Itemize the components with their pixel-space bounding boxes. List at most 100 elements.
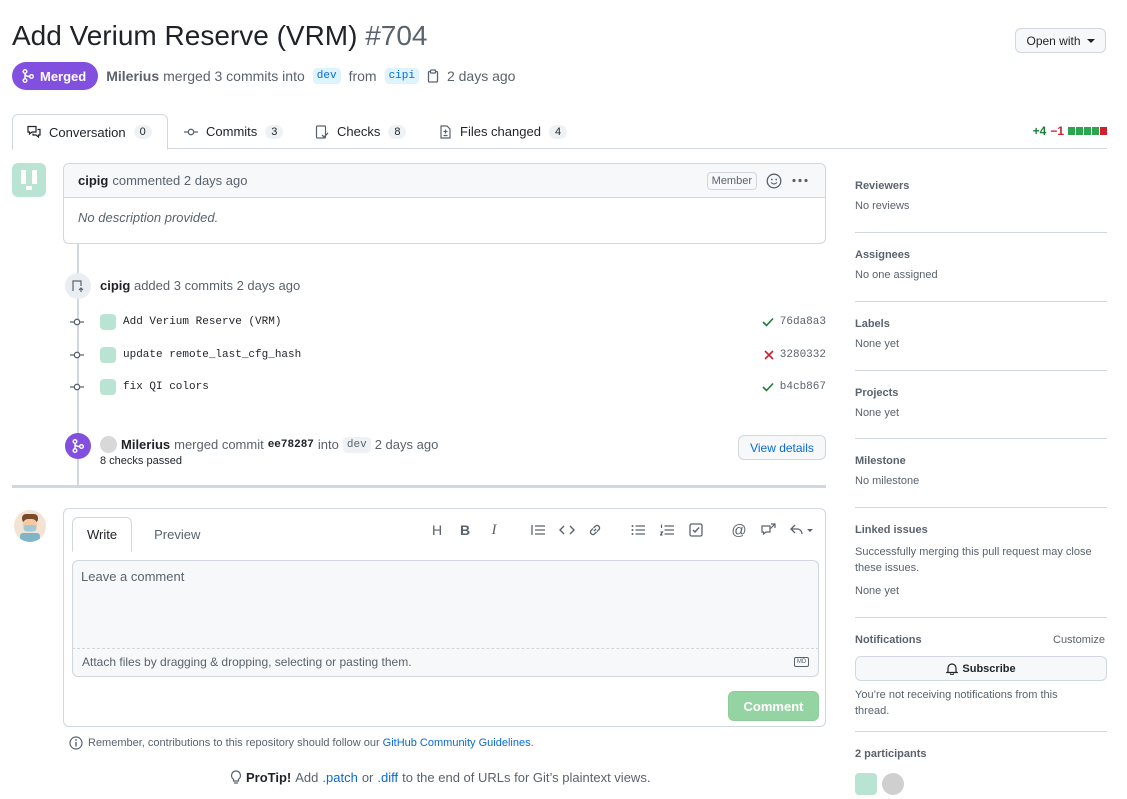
view-details-button[interactable]: View details: [738, 435, 826, 460]
participant-avatar[interactable]: [855, 773, 877, 795]
tab-files-changed-count: 4: [548, 124, 568, 139]
sidebar-labels: Labels None yet: [855, 318, 1107, 350]
link-icon[interactable]: [585, 520, 605, 540]
commit-author-avatar[interactable]: [100, 347, 116, 363]
diff-link[interactable]: .diff: [377, 770, 398, 785]
heading-icon[interactable]: H: [427, 520, 447, 540]
comment-submit-button[interactable]: Comment: [728, 691, 819, 721]
check-icon[interactable]: [762, 380, 774, 395]
comment-action: commented 2 days ago: [112, 173, 248, 188]
merge-event-branch[interactable]: dev: [342, 436, 371, 453]
from-word: from: [348, 68, 377, 84]
bold-icon[interactable]: B: [455, 520, 475, 540]
unordered-list-icon[interactable]: [628, 520, 648, 540]
composer-tabs: Write Preview: [72, 517, 214, 557]
saved-replies-icon[interactable]: [788, 520, 816, 540]
smiley-icon[interactable]: [766, 173, 782, 189]
preview-tab[interactable]: Preview: [140, 517, 214, 551]
comment-discussion-icon: [27, 125, 41, 139]
check-icon[interactable]: [762, 315, 774, 330]
commit-author-avatar[interactable]: [100, 314, 116, 330]
merged-state-badge: Merged: [12, 62, 99, 90]
repo-push-icon: [65, 273, 91, 299]
ordered-list-icon[interactable]: [657, 520, 677, 540]
merge-event-author[interactable]: Milerius: [121, 437, 170, 452]
commit-author-avatar[interactable]: [100, 379, 116, 395]
comment-composer: Write Preview H B I @ Leave a comment At…: [63, 508, 826, 727]
sidebar-divider: [855, 370, 1107, 371]
assignees-heading[interactable]: Assignees: [855, 249, 1107, 261]
quote-icon[interactable]: [528, 520, 548, 540]
caret-down-icon: [1086, 38, 1095, 43]
timeline-divider: [12, 485, 826, 488]
x-icon[interactable]: [764, 348, 774, 363]
commit-sha[interactable]: b4cb867: [780, 381, 826, 393]
sidebar-projects: Projects None yet: [855, 387, 1107, 419]
tab-checks[interactable]: Checks 8: [301, 114, 420, 149]
tab-conversation[interactable]: Conversation 0: [12, 114, 168, 150]
tab-checks-label: Checks: [337, 124, 381, 139]
open-with-button[interactable]: Open with: [1015, 28, 1106, 53]
kebab-horizontal-icon[interactable]: [792, 178, 808, 183]
remember-prefix: Remember, contributions to this reposito…: [88, 737, 380, 749]
diffstat-bar-add: [1092, 127, 1099, 135]
base-branch[interactable]: dev: [312, 68, 341, 84]
markdown-icon[interactable]: MD: [794, 657, 809, 667]
subscribe-button[interactable]: Subscribe: [855, 656, 1107, 681]
tab-conversation-count: 0: [133, 125, 152, 139]
remember-suffix: .: [530, 737, 534, 749]
merged-state-label: Merged: [40, 68, 87, 84]
comment-author[interactable]: cipig: [78, 173, 108, 188]
assignees-value: No one assigned: [855, 269, 938, 281]
cipig-avatar[interactable]: [12, 163, 46, 197]
comment-textarea[interactable]: Leave a comment: [72, 560, 819, 649]
commit-sha[interactable]: 3280332: [780, 349, 826, 361]
copy-icon[interactable]: [427, 69, 439, 83]
pr-author-link[interactable]: Milerius: [106, 68, 159, 84]
head-branch[interactable]: cipi: [384, 68, 419, 84]
commit-row: fix QI colors b4cb867: [70, 375, 826, 399]
protip-label: ProTip!: [246, 770, 292, 785]
cross-reference-icon[interactable]: [758, 520, 778, 540]
commit-sha[interactable]: 76da8a3: [780, 316, 826, 328]
mention-icon[interactable]: @: [729, 520, 749, 540]
tab-conversation-label: Conversation: [49, 124, 126, 140]
commit-message[interactable]: Add Verium Reserve (VRM): [123, 316, 281, 328]
customize-link[interactable]: Customize: [1053, 634, 1105, 646]
tab-files-changed[interactable]: Files changed 4: [425, 114, 581, 149]
diffstat-additions: +4: [1032, 124, 1047, 138]
checklist-icon: [315, 124, 329, 139]
projects-heading[interactable]: Projects: [855, 387, 1107, 399]
commit-message[interactable]: fix QI colors: [123, 381, 209, 393]
sidebar-divider: [855, 617, 1107, 618]
code-icon[interactable]: [557, 520, 577, 540]
reviewers-value: No reviews: [855, 200, 910, 212]
milerius-avatar[interactable]: [100, 436, 117, 453]
participant-avatar[interactable]: [882, 773, 904, 795]
diffstat-bar-add: [1084, 127, 1091, 135]
attach-files-bar[interactable]: Attach files by dragging & dropping, sel…: [72, 649, 819, 677]
participants-heading: 2 participants: [855, 748, 927, 760]
community-guidelines-link[interactable]: GitHub Community Guidelines: [383, 737, 531, 749]
pr-title: Add Verium Reserve (VRM) #704: [12, 20, 428, 52]
commit-message[interactable]: update remote_last_cfg_hash: [123, 349, 301, 361]
labels-heading[interactable]: Labels: [855, 318, 1107, 330]
patch-link[interactable]: .patch: [322, 770, 357, 785]
open-with-label: Open with: [1026, 33, 1081, 48]
bell-icon: [946, 663, 959, 675]
italic-icon[interactable]: I: [484, 520, 504, 540]
tasklist-icon[interactable]: [686, 520, 706, 540]
milestone-value: No milestone: [855, 475, 920, 487]
tab-commits[interactable]: Commits 3: [170, 114, 297, 149]
milestone-heading[interactable]: Milestone: [855, 455, 1107, 467]
write-tab[interactable]: Write: [72, 517, 133, 552]
commits-event-author[interactable]: cipig: [100, 278, 130, 293]
git-merge-event-icon: [65, 433, 91, 459]
current-user-avatar[interactable]: [14, 510, 46, 542]
merge-commit-sha[interactable]: ee78287: [268, 439, 314, 451]
sidebar-divider: [855, 301, 1107, 302]
linked-issues-heading[interactable]: Linked issues: [855, 524, 1107, 536]
projects-value: None yet: [855, 407, 900, 419]
sidebar-linked-issues: Linked issues Successfully merging this …: [855, 524, 1107, 597]
reviewers-heading[interactable]: Reviewers: [855, 180, 1107, 192]
